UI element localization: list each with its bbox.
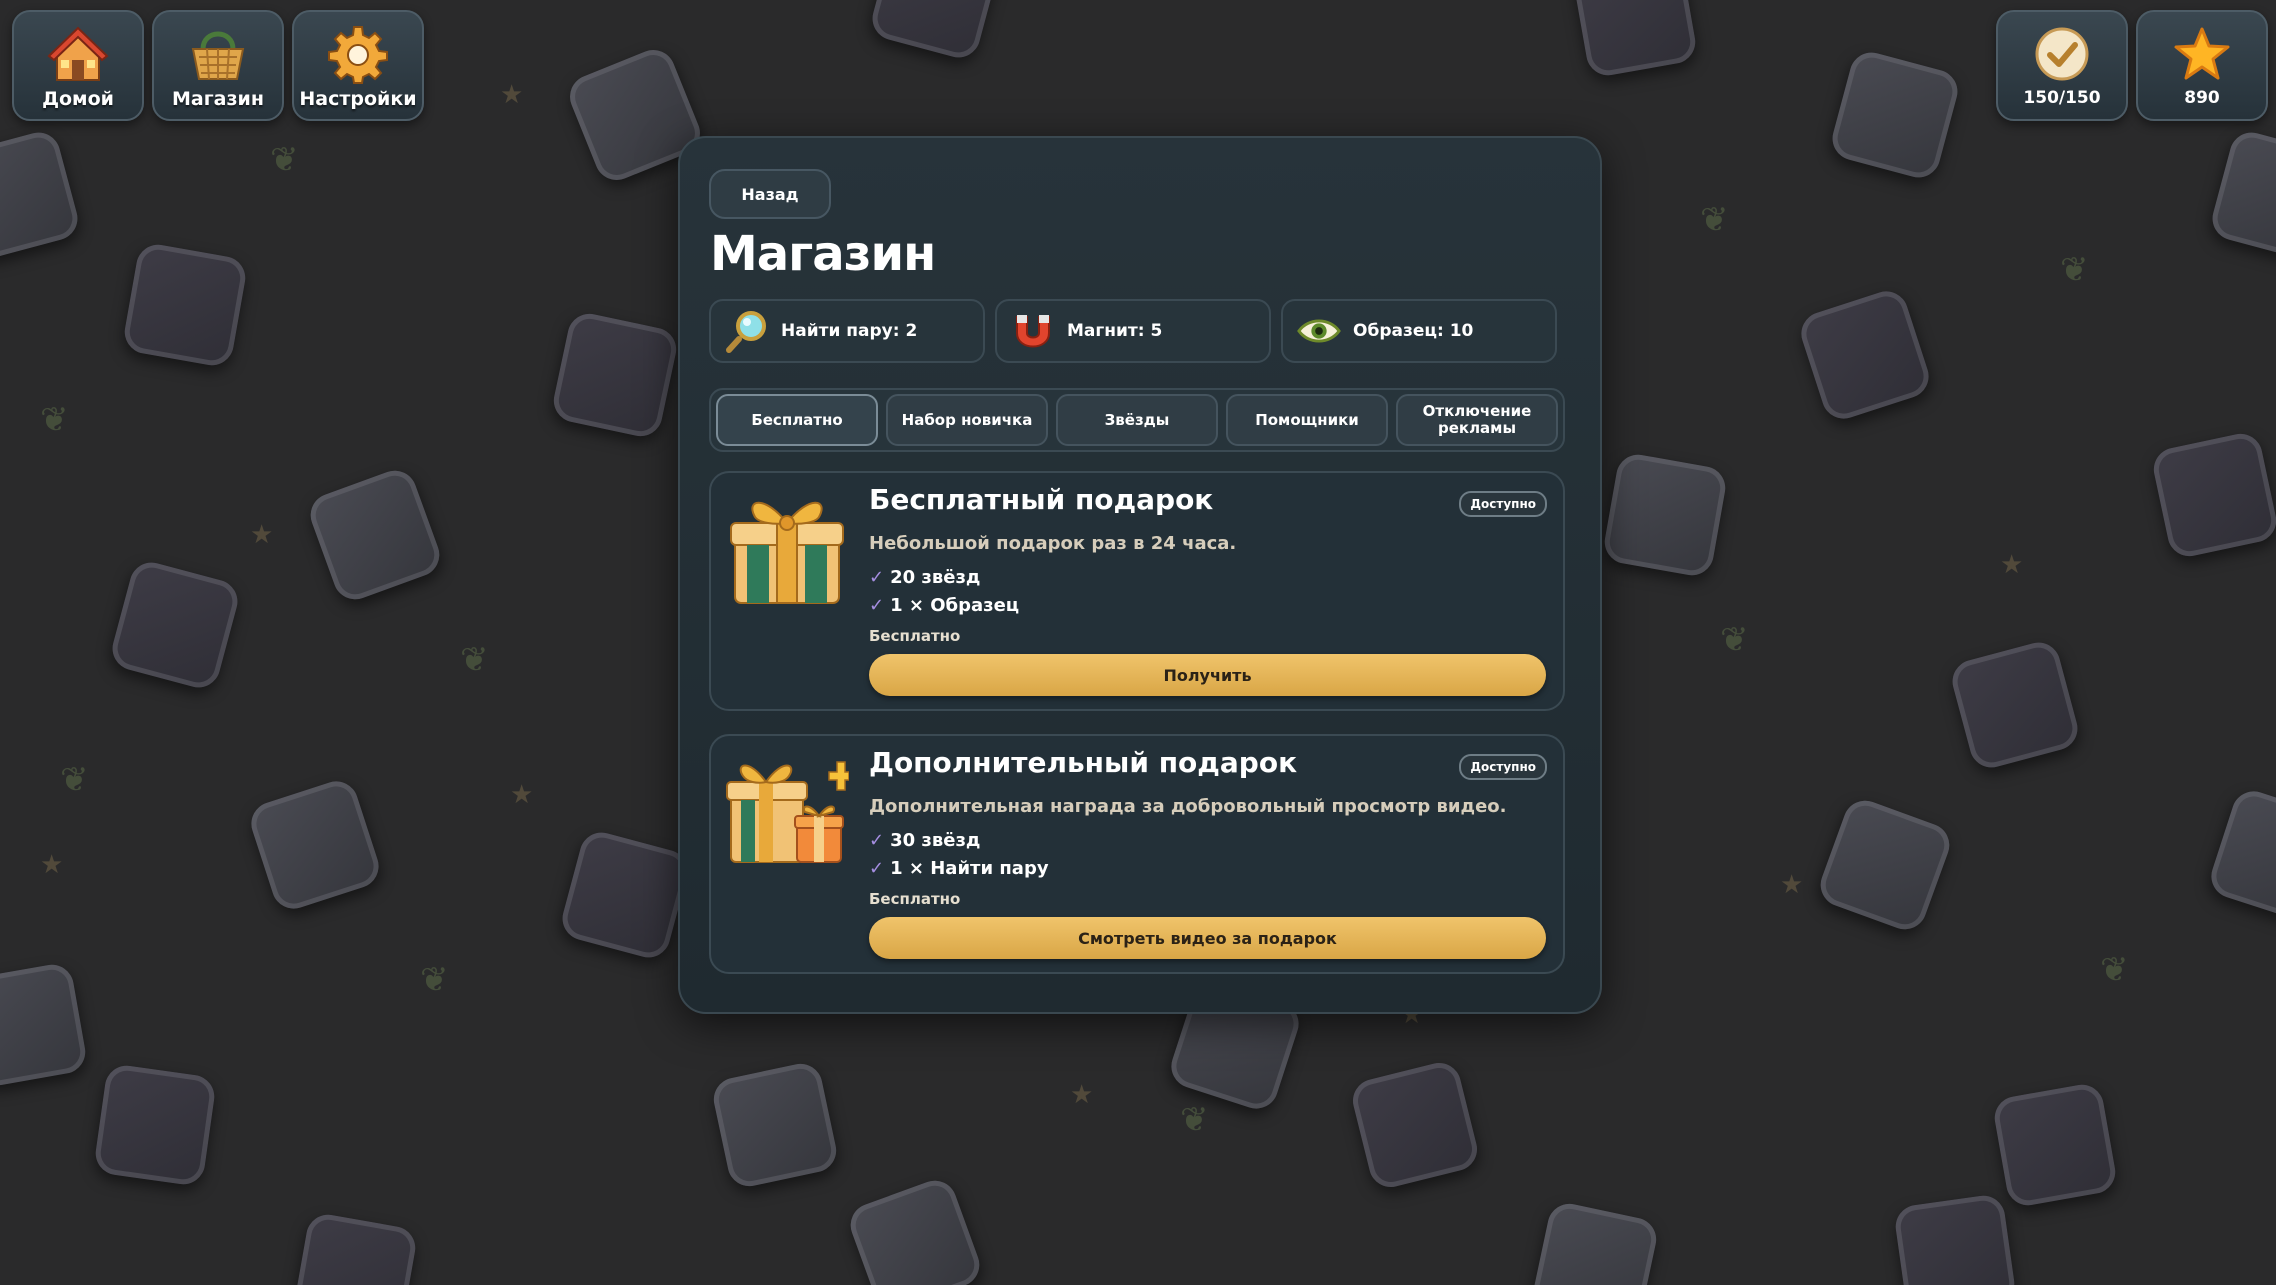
offer-price: Бесплатно — [869, 627, 961, 645]
offer-card-bonus-gift: Дополнительный подарок Доступно Дополнит… — [709, 734, 1565, 974]
offer-description: Небольшой подарок раз в 24 часа. — [869, 533, 1237, 554]
booster-find-pair: Найти пару: 2 — [709, 299, 985, 363]
booster-inventory: Найти пару: 2 Магнит: 5 Образец: 10 — [709, 299, 1557, 363]
back-button[interactable]: Назад — [709, 169, 831, 219]
status-badge: Доступно — [1459, 491, 1547, 517]
reward-item: ✓ 20 звёзд — [869, 567, 981, 588]
home-label: Домой — [42, 88, 114, 110]
check-icon: ✓ — [869, 858, 885, 879]
gift-box-icon — [725, 485, 849, 609]
booster-label: Магнит: 5 — [1067, 321, 1163, 341]
gear-icon — [326, 22, 390, 86]
offer-price: Бесплатно — [869, 890, 961, 908]
check-icon: ✓ — [869, 595, 885, 616]
tab-helpers[interactable]: Помощники — [1226, 394, 1388, 446]
check-icon: ✓ — [869, 567, 885, 588]
tab-remove-ads[interactable]: Отключение рекламы — [1396, 394, 1558, 446]
house-icon — [46, 22, 110, 86]
offer-card-free-gift: Бесплатный подарок Доступно Небольшой по… — [709, 471, 1565, 711]
claim-button[interactable]: Получить — [869, 654, 1546, 696]
tab-stars[interactable]: Звёзды — [1056, 394, 1218, 446]
tab-starter-pack[interactable]: Набор новичка — [886, 394, 1048, 446]
booster-label: Образец: 10 — [1353, 321, 1474, 341]
eye-icon — [1297, 309, 1341, 353]
page-title: Магазин — [710, 226, 936, 282]
gifts-plus-icon — [725, 748, 850, 872]
settings-label: Настройки — [299, 88, 417, 110]
home-button[interactable]: Домой — [12, 10, 144, 121]
offer-description: Дополнительная награда за добровольный п… — [869, 796, 1507, 817]
reward-item: ✓ 1 × Образец — [869, 595, 1020, 616]
shop-tabs: Бесплатно Набор новичка Звёзды Помощники… — [709, 388, 1565, 452]
settings-button[interactable]: Настройки — [292, 10, 424, 121]
stars-value: 890 — [2184, 88, 2220, 108]
basket-icon — [186, 22, 250, 86]
shop-panel: Назад Магазин Найти пару: 2 Магнит: 5 Об… — [678, 136, 1602, 1014]
magnifier-icon — [725, 309, 769, 353]
progress-value: 150/150 — [2023, 88, 2101, 108]
booster-label: Найти пару: 2 — [781, 321, 918, 341]
reward-item: ✓ 1 × Найти пару — [869, 858, 1049, 879]
checkmark-icon — [2032, 24, 2092, 84]
offer-title: Бесплатный подарок — [869, 483, 1214, 516]
status-badge: Доступно — [1459, 754, 1547, 780]
magnet-icon — [1011, 309, 1055, 353]
reward-item: ✓ 30 звёзд — [869, 830, 981, 851]
watch-video-button[interactable]: Смотреть видео за подарок — [869, 917, 1546, 959]
booster-magnet: Магнит: 5 — [995, 299, 1271, 363]
tab-free[interactable]: Бесплатно — [716, 394, 878, 446]
booster-sample: Образец: 10 — [1281, 299, 1557, 363]
shop-button[interactable]: Магазин — [152, 10, 284, 121]
stars-counter: 890 — [2136, 10, 2268, 121]
offer-title: Дополнительный подарок — [869, 746, 1298, 779]
check-icon: ✓ — [869, 830, 885, 851]
shop-label: Магазин — [172, 88, 264, 110]
levels-progress-counter: 150/150 — [1996, 10, 2128, 121]
star-icon — [2172, 24, 2232, 84]
